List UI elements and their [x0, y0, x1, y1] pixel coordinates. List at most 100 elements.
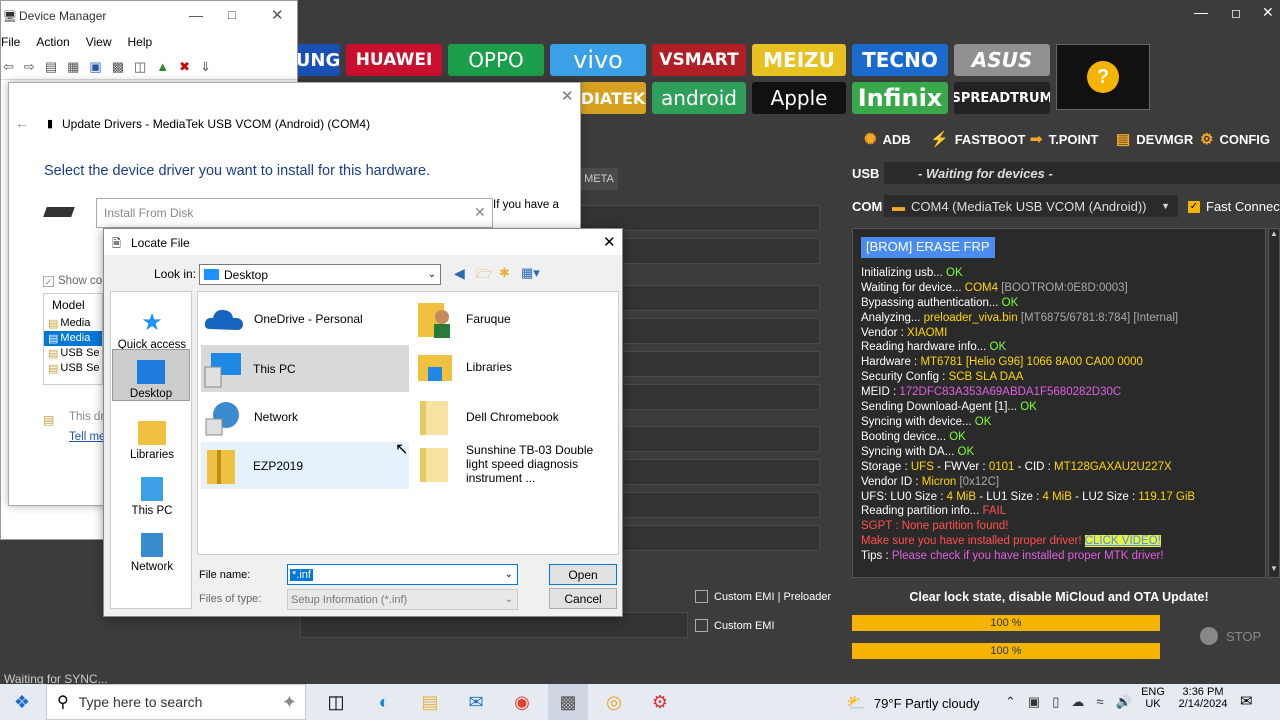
tell-me-link[interactable]: Tell me [69, 431, 105, 443]
maximize-icon[interactable]: ◻ [1231, 6, 1241, 20]
fast-connect-checkbox[interactable]: ✓ Fast Connect [1188, 199, 1280, 214]
close-icon[interactable]: ✕ [474, 204, 486, 221]
model-item[interactable]: ▤ Media [44, 316, 102, 331]
chevron-down-icon[interactable]: ⌄ [505, 569, 513, 580]
battery-icon[interactable]: ▯ [1052, 694, 1059, 710]
brand-asus[interactable]: ASUS [954, 44, 1050, 76]
brand-infinix[interactable]: Infinix [852, 82, 948, 114]
file-item-selected[interactable]: EZP2019 [201, 442, 409, 489]
brand-mediatek[interactable]: DIATEK [580, 82, 646, 114]
device-manager-taskbar-icon[interactable]: ▩ [548, 684, 588, 720]
erase-frp-button[interactable]: [BROM] ERASE FRP [861, 237, 995, 258]
tab-adb[interactable]: ✺ ADB [864, 128, 911, 150]
back-icon[interactable]: ◀ [454, 265, 465, 282]
language-indicator[interactable]: ENG UK [1138, 686, 1168, 710]
open-button[interactable]: Open [549, 564, 617, 585]
brand-apple[interactable]: Apple [752, 82, 846, 114]
file-name-input[interactable]: *.inf ⌄ [287, 564, 518, 585]
file-item[interactable]: Sunshine TB-03 Double light speed diagno… [414, 442, 614, 486]
brand-huawei[interactable]: HUAWEI [346, 44, 442, 76]
notification-icon[interactable]: ✉ [1240, 692, 1253, 710]
wifi-icon[interactable]: ≈ [1096, 694, 1103, 710]
close-icon[interactable]: ✕ [603, 233, 616, 251]
remove-icon[interactable]: ✖ [179, 59, 190, 75]
show-compatible-checkbox[interactable]: ✓ Show co [43, 275, 102, 287]
mail-icon[interactable]: ✉ [456, 684, 496, 720]
tab-fastboot[interactable]: ⚡ FASTBOOT [930, 128, 1025, 150]
minimize-icon[interactable]: — [1194, 4, 1208, 20]
add-driver-icon[interactable]: ▲ [156, 59, 169, 74]
click-video-link[interactable]: CLICK VIDEO! [1084, 535, 1161, 548]
brand-meizu[interactable]: MEIZU [752, 44, 846, 76]
windows-start-icon[interactable]: ❖ [2, 684, 42, 720]
cancel-button[interactable]: Cancel [549, 588, 617, 609]
look-in-select[interactable]: Desktop ⌄ [199, 264, 441, 285]
download-icon[interactable]: ⇓ [200, 59, 211, 75]
file-item[interactable]: Libraries [414, 345, 614, 389]
stop-button[interactable]: STOP [1200, 627, 1261, 645]
file-type-select[interactable]: Setup Information (*.inf) ⌄ [287, 589, 518, 610]
model-list[interactable]: Model ▤ Media ▤ Media ▤ USB Se ▤ USB Se [43, 293, 103, 385]
brand-tecno[interactable]: TECNO [852, 44, 948, 76]
custom-emi-checkbox[interactable]: Custom EMI [695, 619, 775, 632]
media-player-icon[interactable]: ◎ [594, 684, 634, 720]
volume-icon[interactable]: 🔊 [1116, 694, 1132, 710]
brand-android[interactable]: android [652, 82, 746, 114]
unlock-tool-taskbar-icon[interactable]: ⚙ [640, 684, 680, 720]
custom-emi-preloader-checkbox[interactable]: Custom EMI | Preloader [695, 590, 831, 603]
menu-file[interactable]: File [1, 35, 20, 49]
place-network[interactable]: Network [113, 519, 191, 573]
menu-view[interactable]: View [86, 35, 112, 49]
minimize-icon[interactable]: — [189, 7, 203, 23]
model-item[interactable]: ▤ USB Se [44, 346, 102, 361]
task-view-icon[interactable]: ◫ [316, 684, 356, 720]
maximize-icon[interactable]: □ [228, 7, 236, 22]
file-item-hover[interactable]: This PC [201, 345, 409, 392]
brand-samsung[interactable]: UNG [296, 44, 340, 76]
weather-widget[interactable]: ⛅ 79°F Partly cloudy [846, 693, 980, 713]
file-item[interactable]: Faruque [414, 297, 614, 341]
camera-icon[interactable]: ▣ [1028, 694, 1040, 710]
place-libraries[interactable]: Libraries [113, 407, 191, 461]
tab-meta[interactable]: META [580, 168, 618, 190]
up-folder-icon[interactable]: 🗁 [476, 265, 492, 287]
place-this-pc[interactable]: This PC [113, 463, 191, 517]
brand-oppo[interactable]: OPPO [448, 44, 544, 76]
properties-icon[interactable]: ▤ [45, 59, 57, 75]
forward-icon[interactable]: ⇨ [24, 59, 35, 75]
model-item[interactable]: ▤ USB Se [44, 361, 102, 376]
menu-help[interactable]: Help [128, 35, 153, 49]
com-select[interactable]: ▬ COM4 (MediaTek USB VCOM (Android)) ▼ [884, 195, 1178, 217]
chevron-up-icon[interactable]: ⌃ [1005, 694, 1016, 710]
tab-config[interactable]: ⚙ CONFIG [1200, 128, 1270, 150]
menu-action[interactable]: Action [36, 35, 69, 49]
monitor-icon[interactable]: ◫ [134, 59, 146, 75]
brand-vsmart[interactable]: VSMART [652, 44, 746, 76]
close-icon[interactable]: ✕ [1262, 4, 1274, 21]
close-icon[interactable]: ✕ [271, 6, 284, 24]
file-explorer-icon[interactable]: ▤ [410, 684, 450, 720]
help-button[interactable]: ? [1056, 44, 1150, 110]
brand-spreadtrum[interactable]: SPREADTRUM [954, 82, 1050, 114]
file-item[interactable]: Network [202, 395, 402, 439]
chrome-icon[interactable]: ◉ [502, 684, 542, 720]
log-scrollbar[interactable]: ▲ ▼ [1268, 228, 1280, 578]
new-folder-icon[interactable]: ✱ [499, 265, 510, 281]
back-icon[interactable]: ⇦ [3, 59, 14, 75]
model-item-selected[interactable]: ▤ Media [44, 331, 102, 346]
close-icon[interactable]: ✕ [561, 87, 574, 105]
file-item[interactable]: Dell Chromebook [414, 395, 614, 439]
place-quick-access[interactable]: ★ Quick access [113, 297, 191, 352]
usb-select[interactable]: - Waiting for devices - [884, 162, 1280, 184]
clock[interactable]: 3:36 PM 2/14/2024 [1172, 686, 1234, 710]
back-arrow-icon[interactable]: ← [15, 115, 29, 131]
file-item[interactable]: OneDrive - Personal [202, 297, 402, 341]
onedrive-tray-icon[interactable]: ☁ [1071, 694, 1084, 710]
view-menu-icon[interactable]: ▦▾ [521, 265, 540, 281]
tab-tpoint[interactable]: ➟ T.POINT [1030, 128, 1098, 150]
help-icon[interactable]: ▣ [89, 59, 101, 75]
taskbar-search[interactable]: ⚲ Type here to search ✦ [46, 684, 306, 720]
scan-icon[interactable]: ▩ [112, 59, 124, 75]
brand-vivo[interactable]: vivo [550, 44, 646, 76]
tab-devmgr[interactable]: ▤ DEVMGR [1116, 128, 1193, 150]
